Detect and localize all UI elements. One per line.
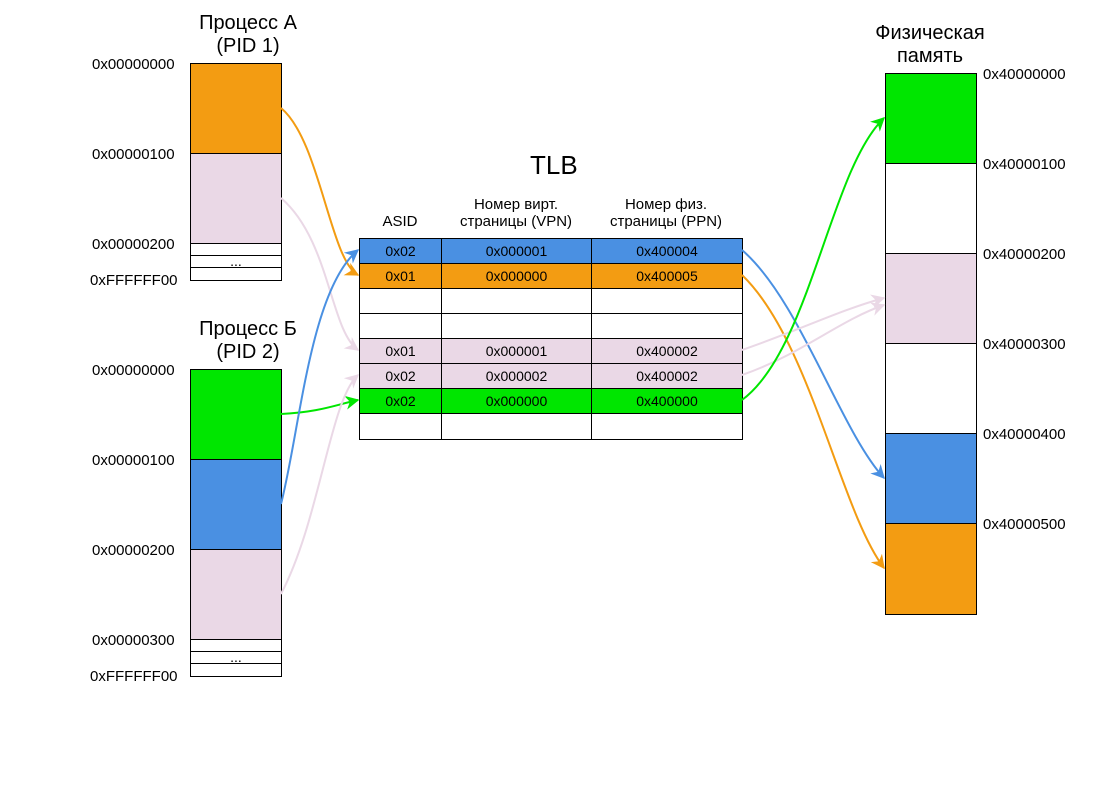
tlb-row-7-ppn (592, 414, 742, 439)
tlb-table: 0x02 0x000001 0x400004 0x01 0x000000 0x4… (359, 238, 743, 440)
proc-a-title: Процесс А (PID 1) (168, 12, 328, 58)
phys-addr-1: 0x40000100 (983, 156, 1066, 173)
phys-page-1 (886, 164, 976, 254)
tlb-row-7-asid (360, 414, 442, 439)
tlb-row-3-ppn (592, 314, 742, 338)
tlb-row-3-asid (360, 314, 442, 338)
arrow-tlb-pink-to-phys (742, 298, 884, 350)
tlb-row-1: 0x01 0x000000 0x400005 (360, 264, 742, 289)
arrow-tlb-pink2-to-phys (742, 305, 884, 375)
tlb-header-ppn: Номер физ. страницы (PPN) (591, 196, 741, 230)
phys-addr-3: 0x40000300 (983, 336, 1066, 353)
proc-a-memory: ... (190, 63, 282, 281)
tlb-row-3-vpn (442, 314, 592, 338)
tlb-row-6: 0x02 0x000000 0x400000 (360, 389, 742, 414)
tlb-row-4-vpn: 0x000001 (442, 339, 592, 363)
tlb-row-5-ppn: 0x400002 (592, 364, 742, 388)
tlb-row-5-vpn: 0x000002 (442, 364, 592, 388)
phys-addr-5: 0x40000500 (983, 516, 1066, 533)
proc-b-title: Процесс Б (PID 2) (168, 318, 328, 364)
tlb-row-5: 0x02 0x000002 0x400002 (360, 364, 742, 389)
arrow-procB-blue-to-tlb (281, 250, 358, 504)
tlb-header-vpn: Номер вирт. страницы (VPN) (441, 196, 591, 230)
phys-addr-2: 0x40000200 (983, 246, 1066, 263)
phys-page-4 (886, 434, 976, 524)
proc-b-memory: ... (190, 369, 282, 677)
tlb-row-2-ppn (592, 289, 742, 313)
tlb-row-0-asid: 0x02 (360, 239, 442, 263)
tlb-row-7 (360, 414, 742, 439)
arrow-tlb-blue-to-phys (742, 250, 884, 478)
tlb-row-6-ppn: 0x400000 (592, 389, 742, 413)
phys-addr-0: 0x40000000 (983, 66, 1066, 83)
proc-a-addr-3: 0xFFFFFF00 (90, 272, 178, 289)
proc-b-addr-0: 0x00000000 (92, 362, 175, 379)
tlb-row-6-asid: 0x02 (360, 389, 442, 413)
arrow-tlb-orange-to-phys (742, 275, 884, 568)
proc-b-page-0 (191, 370, 281, 460)
proc-a-page-1 (191, 154, 281, 244)
phys-page-2 (886, 254, 976, 344)
tlb-row-5-asid: 0x02 (360, 364, 442, 388)
proc-b-addr-1: 0x00000100 (92, 452, 175, 469)
phys-addr-4: 0x40000400 (983, 426, 1066, 443)
tlb-row-0-ppn: 0x400004 (592, 239, 742, 263)
proc-b-addr-3: 0x00000300 (92, 632, 175, 649)
proc-b-ellipsis: ... (191, 652, 281, 664)
tlb-row-2 (360, 289, 742, 314)
proc-a-addr-2: 0x00000200 (92, 236, 175, 253)
proc-b-page-1 (191, 460, 281, 550)
tlb-row-0: 0x02 0x000001 0x400004 (360, 239, 742, 264)
tlb-header-asid: ASID (359, 213, 441, 230)
tlb-row-4-ppn: 0x400002 (592, 339, 742, 363)
proc-b-gap-1 (191, 664, 281, 676)
tlb-row-1-ppn: 0x400005 (592, 264, 742, 288)
proc-a-gap-1 (191, 268, 281, 280)
tlb-row-4-asid: 0x01 (360, 339, 442, 363)
phys-page-5 (886, 524, 976, 614)
phys-page-3 (886, 344, 976, 434)
proc-b-addr-4: 0xFFFFFF00 (90, 668, 178, 685)
tlb-row-4: 0x01 0x000001 0x400002 (360, 339, 742, 364)
proc-a-page-0 (191, 64, 281, 154)
phys-memory (885, 73, 977, 615)
tlb-row-0-vpn: 0x000001 (442, 239, 592, 263)
proc-a-addr-1: 0x00000100 (92, 146, 175, 163)
proc-a-addr-0: 0x00000000 (92, 56, 175, 73)
tlb-row-2-vpn (442, 289, 592, 313)
proc-a-ellipsis: ... (191, 256, 281, 268)
arrow-procB-green-to-tlb (281, 400, 358, 414)
tlb-row-2-asid (360, 289, 442, 313)
phys-page-0 (886, 74, 976, 164)
tlb-row-1-asid: 0x01 (360, 264, 442, 288)
arrow-procB-pink-to-tlb (281, 375, 358, 594)
arrow-procA-orange-to-tlb (281, 108, 358, 275)
tlb-row-3 (360, 314, 742, 339)
tlb-row-7-vpn (442, 414, 592, 439)
tlb-row-1-vpn: 0x000000 (442, 264, 592, 288)
tlb-title: TLB (530, 150, 578, 181)
arrow-tlb-green-to-phys (742, 118, 884, 400)
phys-title: Физическая память (850, 22, 1010, 68)
proc-b-page-2 (191, 550, 281, 640)
tlb-row-6-vpn: 0x000000 (442, 389, 592, 413)
proc-b-addr-2: 0x00000200 (92, 542, 175, 559)
